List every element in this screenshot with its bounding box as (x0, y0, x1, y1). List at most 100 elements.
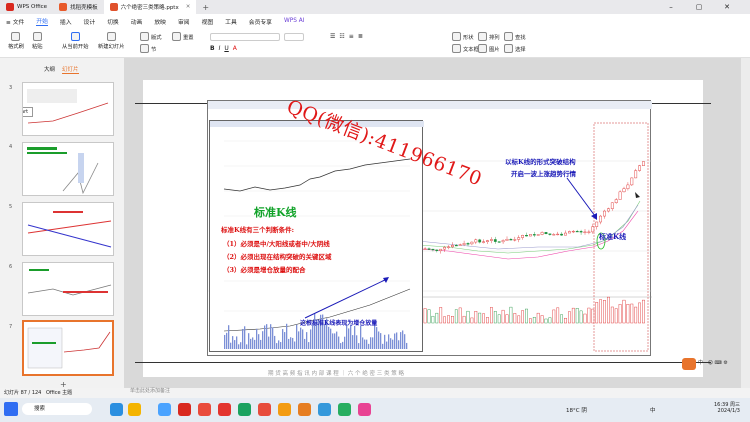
menu-file[interactable]: ≡ 文件 (6, 17, 24, 26)
intraday-volume-bar (350, 324, 352, 349)
volume-bar (556, 307, 560, 324)
app-icon[interactable] (238, 403, 251, 416)
windows-start-icon[interactable] (4, 402, 18, 416)
app-icon[interactable] (358, 403, 371, 416)
volume-bar (626, 304, 630, 324)
tab-template[interactable]: 找稻壳模板 (53, 0, 104, 14)
intraday-volume-bar (262, 331, 264, 349)
outline-tab[interactable]: 大纲 (44, 65, 55, 73)
new-slide-button[interactable]: 新建幻灯片 (98, 32, 125, 50)
close-window-icon[interactable]: ✕ (716, 0, 738, 14)
menu-design[interactable]: 设计 (84, 17, 96, 26)
app-icon[interactable] (278, 403, 291, 416)
folder-icon[interactable] (128, 403, 141, 416)
underline-icon[interactable]: U (224, 45, 228, 53)
assistant-float-icon[interactable] (682, 358, 696, 370)
menu-animation[interactable]: 动画 (131, 17, 143, 26)
font-color-icon[interactable]: A (233, 45, 237, 53)
tab-wps-office[interactable]: WPS Office (0, 0, 53, 14)
start-from-current-button[interactable]: 从当前开始 (62, 32, 89, 50)
weather-widget[interactable]: 18°C 阴 (566, 406, 587, 414)
volume-note-arrow (304, 277, 389, 319)
bottom-rule (135, 362, 711, 363)
intraday-volume-bar (228, 325, 230, 349)
intraday-volume-bar (272, 327, 274, 349)
menu-transition[interactable]: 切换 (107, 17, 119, 26)
maximize-icon[interactable]: ▢ (688, 0, 710, 14)
textbox-button[interactable]: 文本框 (452, 44, 479, 53)
current-slide[interactable]: QQ(微信):411966170 标准K线 标准K线有三个判断条件: （1）必须… (135, 80, 711, 377)
taskbar-clock[interactable]: 16:39 周三 2024/1/3 (700, 401, 740, 414)
close-tab-icon[interactable]: ✕ (186, 4, 191, 10)
ime-indicator[interactable]: 中 (650, 406, 656, 414)
intraday-volume-bar (398, 340, 400, 349)
section-button[interactable]: 节 (140, 44, 156, 53)
app-icon[interactable] (158, 403, 171, 416)
volume-series (419, 296, 645, 324)
app-icon[interactable] (298, 403, 311, 416)
volume-bar (482, 313, 485, 324)
shapes-button[interactable]: 形状 (452, 32, 474, 41)
bold-icon[interactable]: B (210, 45, 215, 53)
slide-thumb-5[interactable] (22, 202, 114, 256)
app-icon[interactable] (318, 403, 331, 416)
paragraph-group: ☰ ☷ ≡ ≣ (330, 33, 410, 53)
edge-icon[interactable] (110, 403, 123, 416)
intraday-volume-bar (400, 332, 402, 349)
numbering-icon[interactable]: ☷ (339, 33, 344, 53)
tab-document[interactable]: 六个绝密三类策略.pptx ✕ (103, 0, 197, 14)
volume-bar (634, 306, 638, 324)
menu-wps-ai[interactable]: WPS AI (284, 18, 304, 24)
slide-thumb-3[interactable]: Start (22, 82, 114, 136)
add-tab-button[interactable]: + (202, 3, 209, 12)
candle-body (509, 239, 513, 241)
app-icon[interactable] (338, 403, 351, 416)
vertical-scrollbar[interactable] (741, 58, 750, 388)
slide-thumb-4[interactable] (22, 142, 114, 196)
intraday-volume-bar (292, 337, 294, 349)
slide-thumb-6[interactable] (22, 262, 114, 316)
volume-bar (599, 299, 602, 324)
wps-ppt-taskbar-icon[interactable] (218, 403, 231, 416)
font-family-select[interactable] (210, 33, 280, 41)
align-left-icon[interactable]: ≡ (349, 33, 354, 53)
arrange-button[interactable]: 排列 (478, 32, 500, 41)
menu-review[interactable]: 审阅 (178, 17, 190, 26)
volume-bar (579, 310, 583, 324)
menu-view[interactable]: 视图 (202, 17, 214, 26)
menu-insert[interactable]: 插入 (60, 17, 72, 26)
align-center-icon[interactable]: ≣ (358, 33, 363, 53)
intraday-volume-bar (308, 342, 310, 349)
candle-body (505, 239, 509, 241)
slide-thumb-7-selected[interactable] (22, 320, 114, 376)
menu-home[interactable]: 开始 (36, 16, 48, 26)
intraday-volume-bar (302, 329, 304, 349)
paste-button[interactable]: 粘贴 (32, 32, 43, 50)
select-button[interactable]: 选择 (504, 44, 526, 53)
slides-tab[interactable]: 幻灯片 (62, 65, 79, 74)
candle-body (626, 184, 630, 189)
volume-bar (517, 315, 521, 324)
wps-taskbar-icon[interactable] (178, 403, 191, 416)
candle-body (517, 237, 521, 240)
intraday-volume-bar (330, 328, 332, 349)
menu-member[interactable]: 会员专享 (249, 17, 272, 26)
intraday-volume-bar (334, 333, 336, 349)
italic-icon[interactable]: I (219, 45, 221, 53)
app-icon[interactable] (198, 403, 211, 416)
notes-placeholder[interactable]: 单击此处添加备注 (130, 387, 170, 394)
font-size-select[interactable] (284, 33, 304, 41)
find-button[interactable]: 查找 (504, 32, 526, 41)
minimize-icon[interactable]: – (660, 0, 682, 14)
taskbar-search[interactable]: 搜索 (22, 403, 92, 415)
format-painter-button[interactable]: 格式刷 (8, 32, 24, 50)
reset-button[interactable]: 重置 (172, 32, 194, 41)
start-tooltip: Start (23, 107, 33, 117)
candle-body (466, 243, 470, 245)
picture-button[interactable]: 图片 (478, 44, 500, 53)
menu-tools[interactable]: 工具 (225, 17, 237, 26)
layout-button[interactable]: 版式 (140, 32, 162, 41)
bullets-icon[interactable]: ☰ (330, 33, 335, 53)
menu-slideshow[interactable]: 放映 (154, 17, 166, 26)
app-icon[interactable] (258, 403, 271, 416)
